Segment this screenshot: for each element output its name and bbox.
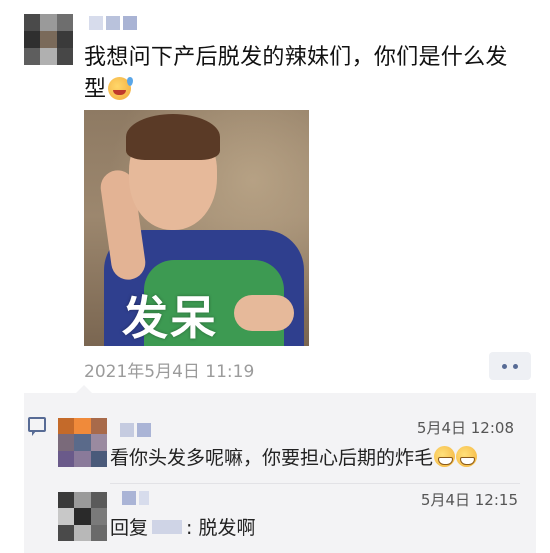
- comment-2-text-content: : 脱发啊: [186, 517, 256, 539]
- comment-1-avatar[interactable]: [58, 418, 107, 467]
- post-text-line-2: 型: [84, 77, 107, 102]
- reply-target-name[interactable]: [152, 520, 183, 534]
- comment-2-author-name[interactable]: [122, 491, 149, 505]
- comment-2-avatar[interactable]: [58, 492, 107, 541]
- post-timestamp: 2021年5月4日 11:19: [84, 362, 255, 382]
- comment-1-text: 看你头发多呢嘛，你要担心后期的炸毛: [110, 443, 478, 470]
- comment-2-timestamp: 5月4日 12:15: [420, 491, 518, 509]
- more-dot-icon: [513, 363, 518, 369]
- post-author-avatar[interactable]: [24, 14, 73, 65]
- comment-2-text: 回复 : 脱发啊: [110, 513, 255, 540]
- more-options-button[interactable]: [489, 352, 531, 380]
- post-text-content: 我想问下产后脱发的辣妹们，你们是什么发: [84, 45, 508, 70]
- comments-section: 5月4日 12:08 看你头发多呢嘛，你要担心后期的炸毛 5月4日 12:15 …: [24, 385, 536, 553]
- comment-divider: [110, 483, 520, 484]
- post-author-name[interactable]: [89, 16, 137, 30]
- more-dot-icon: [502, 363, 507, 369]
- comment-1-timestamp: 5月4日 12:08: [416, 419, 514, 437]
- post-image[interactable]: 发呆: [84, 110, 309, 346]
- reply-prefix: 回复: [110, 517, 149, 539]
- comment-1-author-name[interactable]: [120, 423, 151, 437]
- image-caption: 发呆: [122, 291, 218, 345]
- sweat-smile-emoji-icon: [108, 77, 134, 100]
- post-text: 我想问下产后脱发的辣妹们，你们是什么发型: [84, 42, 534, 106]
- comment-icon: [28, 417, 46, 436]
- comment-1-text-content: 看你头发多呢嘛，你要担心后期的炸毛: [110, 447, 434, 469]
- grin-emoji-icon: [456, 446, 478, 467]
- grin-emoji-icon: [434, 446, 456, 467]
